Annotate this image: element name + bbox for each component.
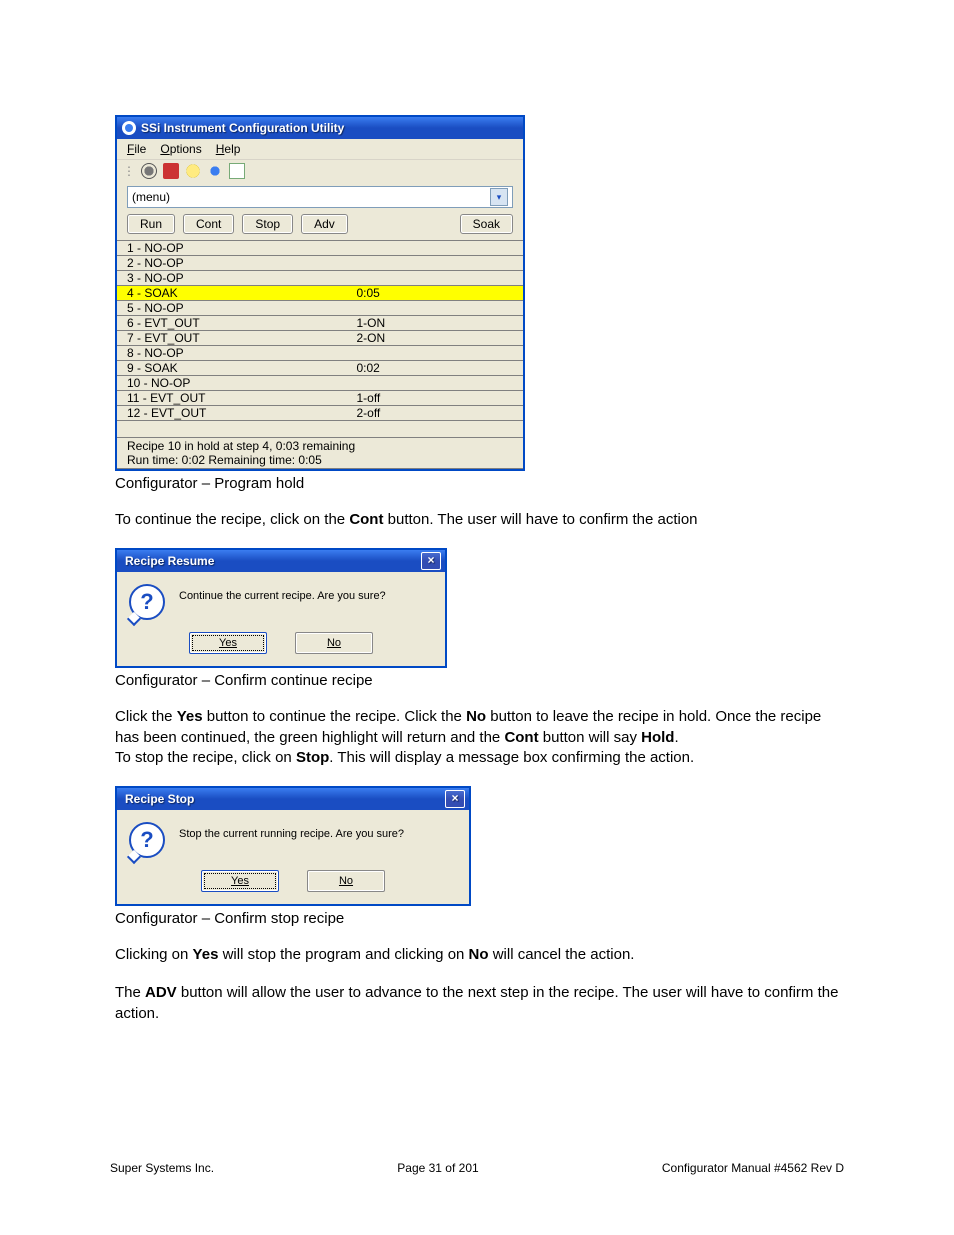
stop-button[interactable]: Stop (242, 214, 293, 234)
step-label: 5 - NO-OP (117, 301, 352, 316)
step-label: 6 - EVT_OUT (117, 316, 352, 331)
question-icon: ? (129, 822, 165, 858)
run-button[interactable]: Run (127, 214, 175, 234)
close-icon[interactable]: × (445, 790, 465, 808)
paragraph-stop: To stop the recipe, click on Stop. This … (115, 748, 844, 768)
step-value: 2-ON (352, 331, 523, 346)
paragraph-clicking: Clicking on Yes will stop the program an… (115, 945, 844, 965)
step-label: 3 - NO-OP (117, 271, 352, 286)
step-value: 2-off (352, 406, 523, 421)
footer-center: Page 31 of 201 (397, 1161, 478, 1175)
step-value (352, 346, 523, 361)
dialog-stop-title: Recipe Stop (125, 792, 194, 806)
resume-yes-button[interactable]: Yes (189, 632, 267, 654)
dialog-resume-text: Continue the current recipe. Are you sur… (179, 584, 386, 602)
question-icon: ? (129, 584, 165, 620)
table-row[interactable]: 6 - EVT_OUT1-ON (117, 316, 523, 331)
app-icon (122, 121, 136, 135)
dialog-resume: Recipe Resume × ? Continue the current r… (115, 548, 447, 668)
table-row[interactable]: 9 - SOAK0:02 (117, 361, 523, 376)
dialog-stop: Recipe Stop × ? Stop the current running… (115, 786, 471, 906)
paragraph-adv: The ADV button will allow the user to ad… (115, 983, 844, 1024)
toolbar-icon-5[interactable] (229, 163, 245, 179)
toolbar-icon-3[interactable] (185, 163, 201, 179)
table-row[interactable]: 10 - NO-OP (117, 376, 523, 391)
table-row[interactable]: 12 - EVT_OUT2-off (117, 406, 523, 421)
step-label: 4 - SOAK (117, 286, 352, 301)
toolbar-icon-1[interactable] (141, 163, 157, 179)
step-value (352, 301, 523, 316)
table-row[interactable]: 5 - NO-OP (117, 301, 523, 316)
menubar: File Options Help (117, 139, 523, 159)
caption-main: Configurator – Program hold (115, 475, 844, 492)
menu-dropdown[interactable]: (menu) ▾ (127, 186, 513, 208)
dialog-resume-titlebar[interactable]: Recipe Resume × (117, 550, 445, 572)
step-value (352, 241, 523, 256)
titlebar[interactable]: SSi Instrument Configuration Utility (117, 117, 523, 139)
table-row[interactable]: 1 - NO-OP (117, 241, 523, 256)
step-value: 0:05 (352, 286, 523, 301)
toolbar-icon-4[interactable] (207, 163, 223, 179)
main-window: SSi Instrument Configuration Utility Fil… (115, 115, 525, 471)
status-box: Recipe 10 in hold at step 4, 0:03 remain… (117, 437, 523, 469)
dialog-stop-text: Stop the current running recipe. Are you… (179, 822, 404, 840)
page-footer: Super Systems Inc. Page 31 of 201 Config… (110, 1161, 844, 1175)
step-label: 2 - NO-OP (117, 256, 352, 271)
table-row[interactable]: 7 - EVT_OUT2-ON (117, 331, 523, 346)
stop-yes-button[interactable]: Yes (201, 870, 279, 892)
step-value (352, 376, 523, 391)
toolbar-icon-2[interactable] (163, 163, 179, 179)
adv-button[interactable]: Adv (301, 214, 348, 234)
resume-no-button[interactable]: No (295, 632, 373, 654)
step-label: 7 - EVT_OUT (117, 331, 352, 346)
table-row[interactable]: 8 - NO-OP (117, 346, 523, 361)
step-value: 1-ON (352, 316, 523, 331)
dialog-resume-title: Recipe Resume (125, 554, 214, 568)
button-row: Run Cont Stop Adv Soak (117, 214, 523, 240)
footer-right: Configurator Manual #4562 Rev D (662, 1161, 844, 1175)
dialog-stop-titlebar[interactable]: Recipe Stop × (117, 788, 469, 810)
toolbar: ⋮ (117, 159, 523, 184)
step-label: 1 - NO-OP (117, 241, 352, 256)
close-icon[interactable]: × (421, 552, 441, 570)
footer-left: Super Systems Inc. (110, 1161, 214, 1175)
window-title: SSi Instrument Configuration Utility (141, 121, 344, 135)
step-label: 8 - NO-OP (117, 346, 352, 361)
step-label: 12 - EVT_OUT (117, 406, 352, 421)
status-line-1: Recipe 10 in hold at step 4, 0:03 remain… (127, 439, 513, 453)
caption-resume: Configurator – Confirm continue recipe (115, 672, 844, 689)
status-line-2: Run time: 0:02 Remaining time: 0:05 (127, 453, 513, 467)
menu-options[interactable]: Options (160, 142, 201, 156)
step-value: 1-off (352, 391, 523, 406)
table-row[interactable]: 4 - SOAK0:05 (117, 286, 523, 301)
soak-button[interactable]: Soak (460, 214, 513, 234)
table-row[interactable]: 11 - EVT_OUT1-off (117, 391, 523, 406)
table-row[interactable]: 2 - NO-OP (117, 256, 523, 271)
step-value (352, 256, 523, 271)
step-value (352, 271, 523, 286)
chevron-down-icon[interactable]: ▾ (490, 188, 508, 206)
menu-file[interactable]: File (127, 142, 146, 156)
caption-stop: Configurator – Confirm stop recipe (115, 910, 844, 927)
paragraph-cont: To continue the recipe, click on the Con… (115, 510, 844, 530)
menu-help[interactable]: Help (216, 142, 241, 156)
table-row[interactable]: 3 - NO-OP (117, 271, 523, 286)
stop-no-button[interactable]: No (307, 870, 385, 892)
step-label: 10 - NO-OP (117, 376, 352, 391)
step-label: 9 - SOAK (117, 361, 352, 376)
step-label: 11 - EVT_OUT (117, 391, 352, 406)
step-value: 0:02 (352, 361, 523, 376)
steps-table: 1 - NO-OP2 - NO-OP3 - NO-OP4 - SOAK0:055… (117, 240, 523, 421)
cont-button[interactable]: Cont (183, 214, 234, 234)
paragraph-yes-no: Click the Yes button to continue the rec… (115, 707, 844, 748)
dropdown-value: (menu) (132, 190, 170, 204)
